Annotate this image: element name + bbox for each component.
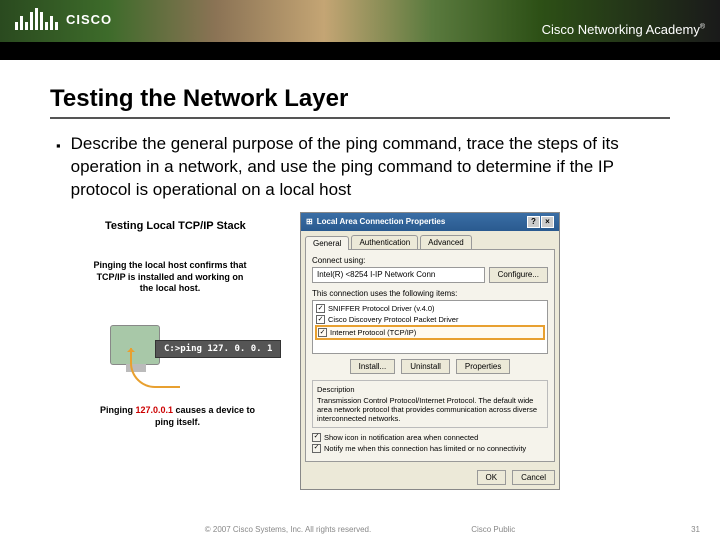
- brand-text: CISCO: [66, 12, 112, 27]
- command-box: C:>ping 127. 0. 0. 1: [155, 340, 281, 358]
- banner-header: CISCO Cisco Networking Academy®: [0, 0, 720, 60]
- description-text: Transmission Control Protocol/Internet P…: [317, 396, 543, 423]
- network-icon: ⊞: [306, 217, 313, 226]
- adapter-field: Intel(R) <8254 I-IP Network Conn: [312, 267, 485, 283]
- info-text-2: Pinging 127.0.0.1 causes a device to pin…: [90, 405, 265, 428]
- bullet-text: Describe the general purpose of the ping…: [71, 133, 670, 202]
- option-notify[interactable]: ✓Notify me when this connection has limi…: [312, 444, 548, 453]
- slide-content: Testing the Network Layer ▪ Describe the…: [0, 60, 720, 500]
- list-item[interactable]: ✓SNIFFER Protocol Driver (v.4.0): [315, 303, 545, 314]
- checkbox-icon[interactable]: ✓: [312, 433, 321, 442]
- page-number: 31: [691, 525, 700, 534]
- dialog-title: Local Area Connection Properties: [317, 217, 446, 226]
- list-item[interactable]: ✓Cisco Discovery Protocol Packet Driver: [315, 314, 545, 325]
- description-title: Description: [317, 385, 543, 394]
- slide-title: Testing the Network Layer: [50, 85, 670, 119]
- ok-button[interactable]: OK: [477, 470, 507, 485]
- tab-authentication[interactable]: Authentication: [351, 235, 418, 249]
- copyright-text: © 2007 Cisco Systems, Inc. All rights re…: [205, 525, 371, 534]
- tab-advanced[interactable]: Advanced: [420, 235, 472, 249]
- cisco-bars-icon: [15, 8, 58, 30]
- checkbox-icon[interactable]: ✓: [316, 315, 325, 324]
- checkbox-icon[interactable]: ✓: [318, 328, 327, 337]
- slide-footer: © 2007 Cisco Systems, Inc. All rights re…: [0, 525, 720, 534]
- uninstall-button[interactable]: Uninstall: [401, 359, 450, 374]
- checkbox-icon[interactable]: ✓: [316, 304, 325, 313]
- dialog-body: Connect using: Intel(R) <8254 I-IP Netwo…: [305, 249, 555, 462]
- dialog-titlebar: ⊞ Local Area Connection Properties ? ×: [301, 213, 559, 231]
- connect-using-label: Connect using:: [312, 256, 548, 265]
- properties-button[interactable]: Properties: [456, 359, 510, 374]
- items-label: This connection uses the following items…: [312, 289, 548, 298]
- dialog-tabs: General Authentication Advanced: [301, 231, 559, 249]
- cisco-logo: CISCO: [15, 8, 112, 30]
- black-strip: [0, 42, 720, 60]
- academy-label: Cisco Networking Academy®: [542, 22, 705, 37]
- checkbox-icon[interactable]: ✓: [312, 444, 321, 453]
- properties-dialog: ⊞ Local Area Connection Properties ? × G…: [300, 212, 560, 490]
- option-show-icon[interactable]: ✓Show icon in notification area when con…: [312, 433, 548, 442]
- install-button[interactable]: Install...: [350, 359, 396, 374]
- footer-label: Cisco Public: [471, 525, 515, 534]
- list-item-highlighted[interactable]: ✓Internet Protocol (TCP/IP): [315, 325, 545, 340]
- cancel-button[interactable]: Cancel: [512, 470, 555, 485]
- tab-general[interactable]: General: [305, 236, 349, 250]
- protocol-list[interactable]: ✓SNIFFER Protocol Driver (v.4.0) ✓Cisco …: [312, 300, 548, 354]
- info-text-1: Pinging the local host confirms that TCP…: [90, 260, 250, 295]
- description-box: Description Transmission Control Protoco…: [312, 380, 548, 428]
- help-icon[interactable]: ?: [527, 216, 540, 228]
- close-icon[interactable]: ×: [541, 216, 554, 228]
- bullet-item: ▪ Describe the general purpose of the pi…: [50, 133, 670, 202]
- configure-button[interactable]: Configure...: [489, 267, 548, 283]
- bullet-icon: ▪: [56, 137, 61, 202]
- diagram-area: Testing Local TCP/IP Stack Pinging the l…: [50, 220, 670, 500]
